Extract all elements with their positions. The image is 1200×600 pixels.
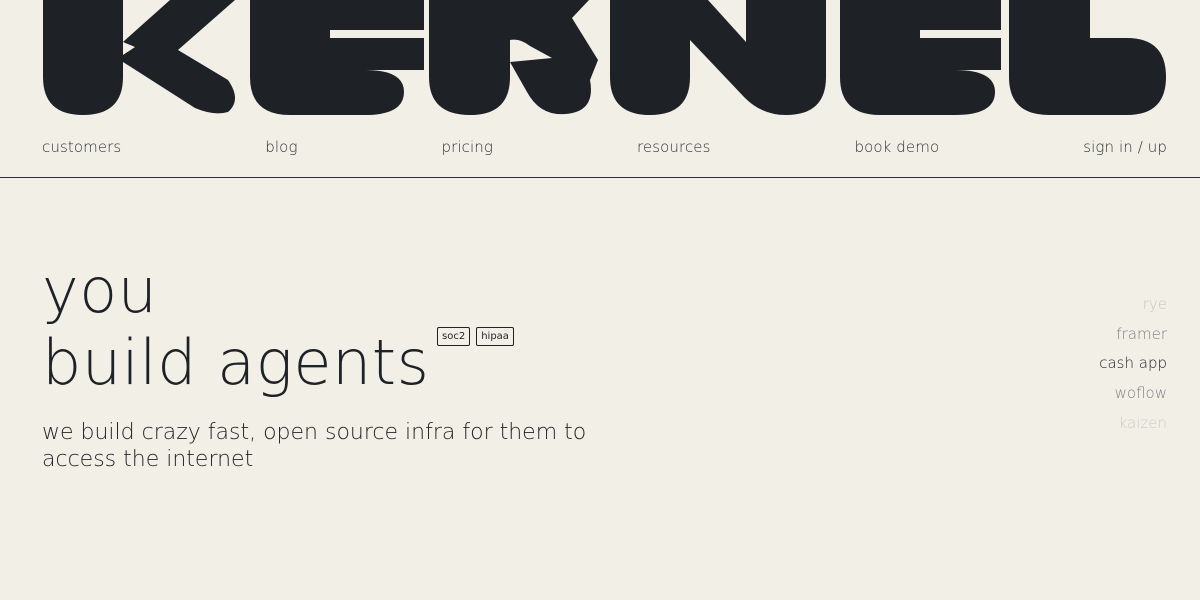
nav-item-customers[interactable]: customers	[42, 138, 121, 156]
soc2-badge: soc2	[437, 327, 471, 346]
hero-line-1: you	[42, 254, 158, 327]
compliance-badges: soc2 hipaa	[437, 327, 514, 346]
nav-item-book-demo[interactable]: book demo	[854, 138, 939, 156]
main-nav: customers blog pricing resources book de…	[42, 138, 1167, 156]
hero-subtitle: we build crazy fast, open source infra f…	[42, 420, 587, 472]
nav-item-blog[interactable]: blog	[265, 138, 297, 156]
kernel-logo[interactable]	[0, 0, 1200, 120]
hero-heading: you build agents	[42, 255, 429, 399]
hero-line-2: build agents	[42, 326, 430, 399]
customer-item[interactable]: kaizen	[1099, 409, 1167, 439]
hipaa-badge: hipaa	[476, 327, 514, 346]
customer-item-active[interactable]: cash app	[1099, 349, 1167, 379]
kernel-wordmark-icon	[43, 0, 1166, 115]
nav-item-resources[interactable]: resources	[637, 138, 711, 156]
customer-item[interactable]: woflow	[1099, 379, 1167, 409]
customer-item[interactable]: framer	[1099, 320, 1167, 350]
nav-item-pricing[interactable]: pricing	[442, 138, 493, 156]
nav-item-sign-in[interactable]: sign in / up	[1083, 138, 1167, 156]
customer-item[interactable]: rye	[1099, 290, 1167, 320]
customer-list: rye framer cash app woflow kaizen	[1099, 290, 1167, 439]
header-divider	[0, 177, 1200, 178]
